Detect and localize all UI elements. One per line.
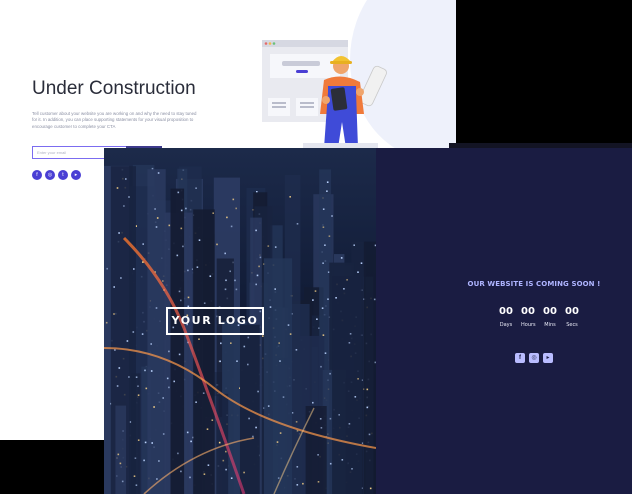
countdown-secs-value: 00: [565, 306, 579, 317]
countdown-hours-label: Hours: [521, 322, 536, 328]
countdown-days-value: 00: [499, 306, 513, 317]
construction-worker-illustration: [262, 40, 387, 152]
instagram-icon[interactable]: ◎: [45, 170, 55, 180]
youtube-icon[interactable]: ▸: [543, 353, 553, 363]
coming-soon-heading: OUR WEBSITE IS COMING SOON !: [467, 280, 601, 288]
countdown-timer: 00 Days 00 Hours 00 Mins 00 Secs: [499, 306, 579, 328]
page-description: Tell customer about your website you are…: [32, 111, 197, 129]
countdown-mins-value: 00: [543, 306, 557, 317]
countdown-secs: 00 Secs: [565, 306, 579, 328]
logo-placeholder: YOUR LOGO: [166, 307, 264, 335]
youtube-icon[interactable]: ▸: [71, 170, 81, 180]
countdown-mins: 00 Mins: [543, 306, 557, 328]
countdown-hours-value: 00: [521, 306, 535, 317]
coming-soon-preview: YOUR LOGO OUR WEBSITE IS COMING SOON ! 0…: [104, 148, 632, 494]
countdown-days: 00 Days: [499, 306, 513, 328]
countdown-secs-label: Secs: [566, 322, 578, 328]
social-links: f ◎ t ▸: [32, 170, 81, 180]
page-title: Under Construction: [32, 78, 196, 99]
countdown-days-label: Days: [499, 322, 513, 328]
facebook-icon[interactable]: f: [515, 353, 525, 363]
twitter-icon[interactable]: t: [58, 170, 68, 180]
countdown-mins-label: Mins: [544, 322, 556, 328]
instagram-icon[interactable]: ◎: [529, 353, 539, 363]
coming-soon-social-links: f ◎ ▸: [515, 353, 553, 363]
coming-soon-panel: OUR WEBSITE IS COMING SOON ! 00 Days 00 …: [376, 148, 632, 494]
city-night-photo: YOUR LOGO: [104, 148, 376, 494]
countdown-hours: 00 Hours: [521, 306, 536, 328]
facebook-icon[interactable]: f: [32, 170, 42, 180]
